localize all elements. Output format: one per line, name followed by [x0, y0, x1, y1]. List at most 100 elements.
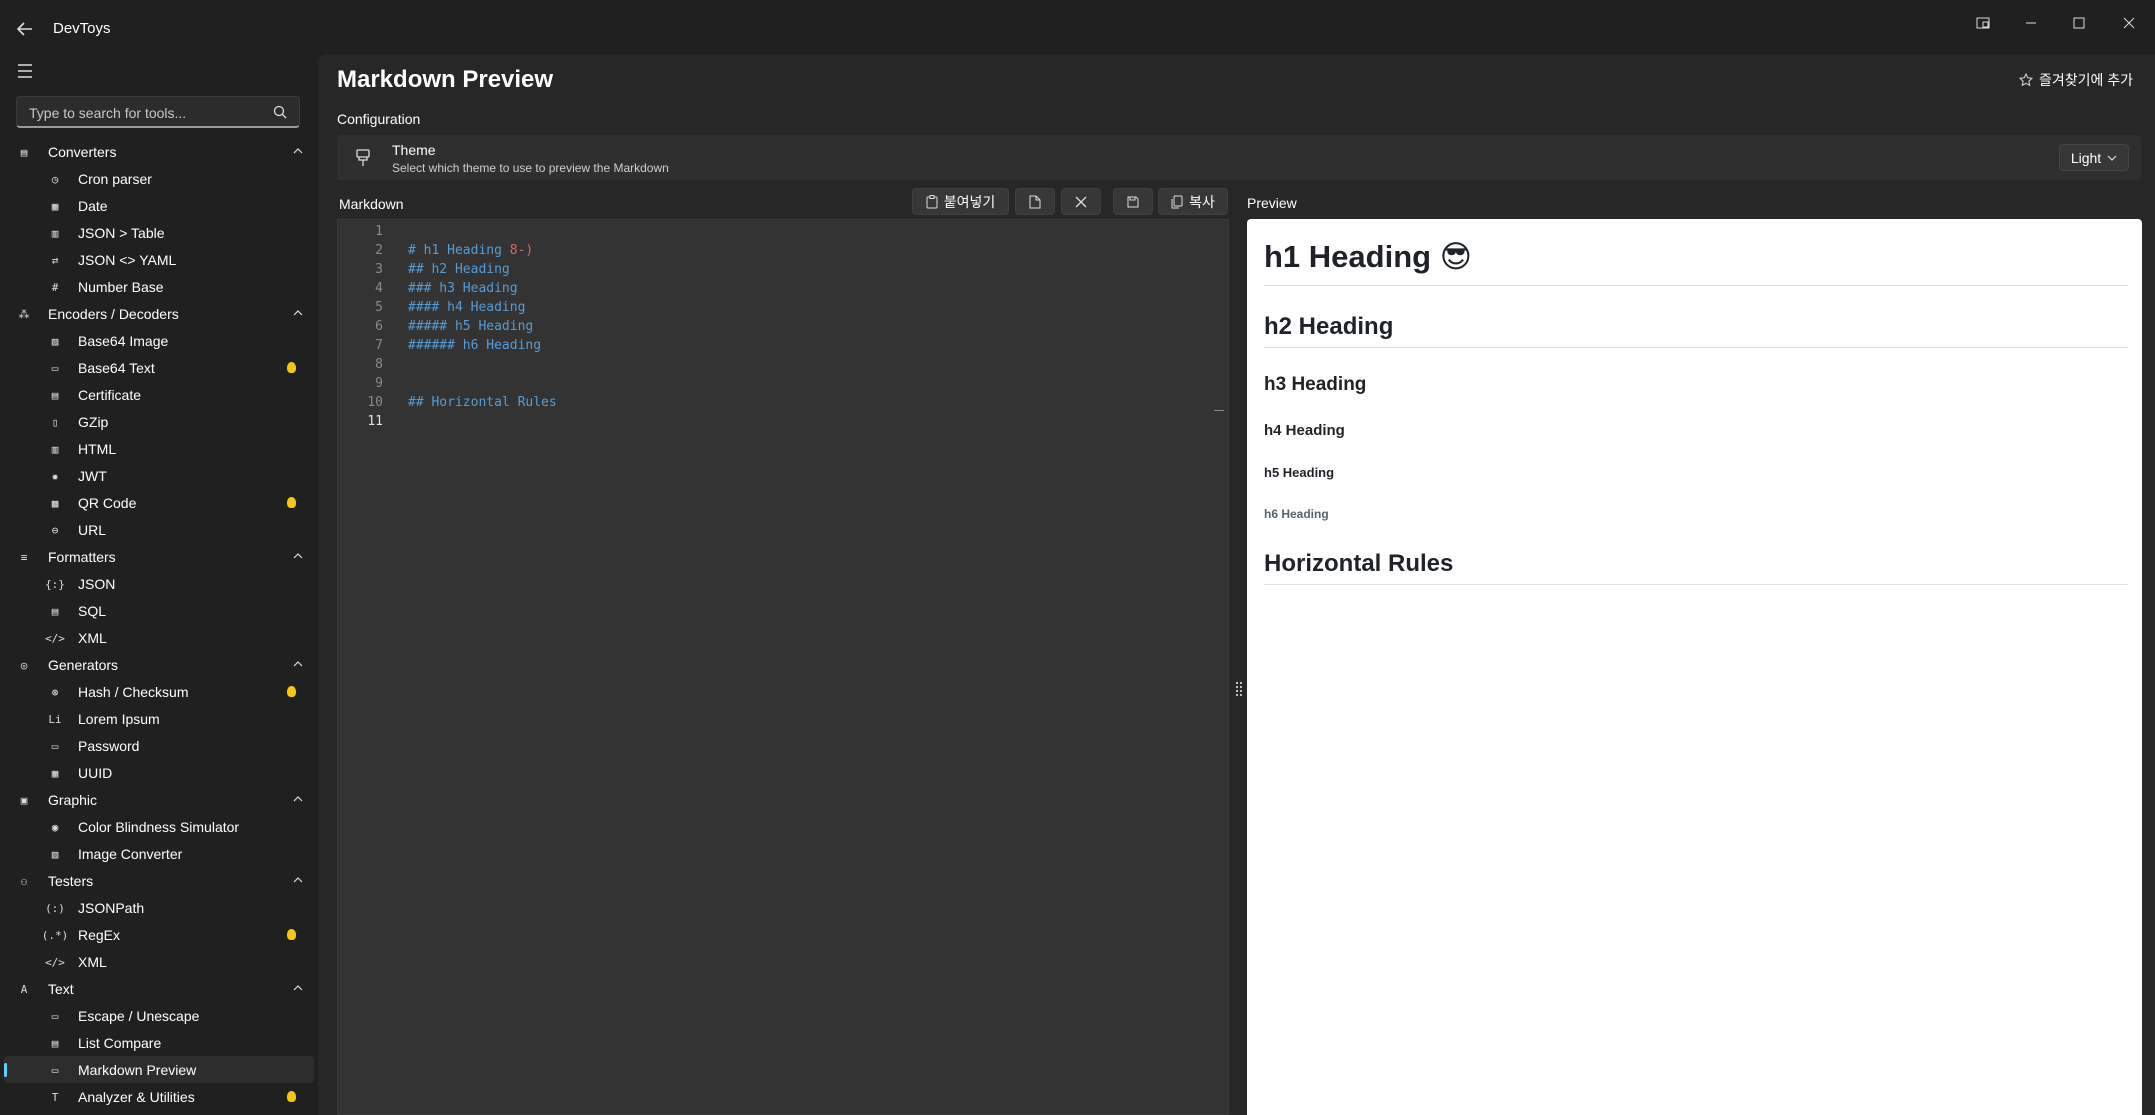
copy-label: 복사 [1189, 193, 1215, 210]
base64-text-icon: ▭ [51, 361, 59, 375]
search-box[interactable] [16, 96, 300, 128]
search-input[interactable] [27, 103, 261, 123]
save-button[interactable] [1113, 188, 1153, 215]
jwt-icon: ✹ [51, 469, 59, 483]
sidebar-group-graphic[interactable]: ▣ Graphic [0, 786, 318, 813]
sidebar-group-encoders-decoders[interactable]: ⁂ Encoders / Decoders [0, 300, 318, 327]
h1-underline [1264, 285, 2128, 286]
sidebar-item-regex[interactable]: (.*) RegEx [0, 921, 318, 948]
sidebar-item-certificate[interactable]: ▤ Certificate [0, 381, 318, 408]
formatters-icon: ≡ [20, 550, 28, 564]
chevron-up-icon[interactable] [292, 658, 304, 670]
sidebar-group-label: Formatters [48, 548, 116, 565]
theme-value: Light [2070, 149, 2102, 166]
gzip-icon: ▯ [51, 415, 59, 429]
sidebar-item-gzip[interactable]: ▯ GZip [0, 408, 318, 435]
chevron-up-icon[interactable] [292, 874, 304, 886]
chevron-up-icon[interactable] [292, 145, 304, 157]
back-arrow-icon[interactable] [14, 18, 36, 40]
graphic-icon: ▣ [20, 793, 28, 807]
list-compare-icon: ▤ [51, 1036, 59, 1050]
sidebar-item-json-yaml[interactable]: ⇄ JSON <> YAML [0, 246, 318, 273]
sidebar-item-label: Analyzer & Utilities [78, 1088, 195, 1105]
splitter-grip-icon[interactable] [1234, 680, 1244, 698]
markdown-editor[interactable]: 1 2 3 4 5 6 7 8 9 10 11 # h1 Heading 8-) ## h2 Head… [337, 219, 1229, 1115]
sidebar-item-color-blindness-simulator[interactable]: ◉ Color Blindness Simulator [0, 813, 318, 840]
code-token: # h1 Heading [408, 243, 510, 258]
sidebar-item-jsonpath[interactable]: (:) JSONPath [0, 894, 318, 921]
sidebar-group-converters[interactable]: ▤ Converters [0, 138, 318, 165]
markdown-code[interactable]: # h1 Heading 8-) ## h2 Heading ### h3 Head… [408, 222, 557, 431]
sidebar-item-label: Lorem Ipsum [78, 710, 160, 727]
lightbulb-icon [287, 686, 296, 697]
sidebar-item-escape-unescape[interactable]: ▭ Escape / Unescape [0, 1002, 318, 1029]
sidebar-item-jwt[interactable]: ✹ JWT [0, 462, 318, 489]
favorite-label: 즐겨찾기에 추가 [2038, 72, 2133, 88]
sidebar-item-label: Base64 Text [78, 359, 155, 376]
sidebar-group-formatters[interactable]: ≡ Formatters [0, 543, 318, 570]
sidebar-item-qr-code[interactable]: ▩ QR Code [0, 489, 318, 516]
sidebar-item-label: XML [78, 629, 107, 646]
sidebar-item-base64-text[interactable]: ▭ Base64 Text [0, 354, 318, 381]
sidebar-item-cron-parser[interactable]: ◷ Cron parser [0, 165, 318, 192]
close-window-icon[interactable] [2107, 12, 2151, 34]
sidebar-item-markdown-preview[interactable]: ▭ Markdown Preview [4, 1056, 314, 1083]
sidebar-item-label: JWT [78, 467, 107, 484]
sidebar-item-password[interactable]: ▭ Password [0, 732, 318, 759]
add-to-favorites-button[interactable]: 즐겨찾기에 추가 [2018, 70, 2133, 90]
sidebar-item-label: Base64 Image [78, 332, 169, 349]
qr-code-icon: ▩ [51, 496, 59, 510]
compact-overlay-icon[interactable] [1961, 12, 2005, 34]
url-icon: ⊖ [51, 523, 59, 537]
sidebar-item-json-table[interactable]: ▥ JSON > Table [0, 219, 318, 246]
chevron-up-icon[interactable] [292, 793, 304, 805]
emoticon-token: 8-) [509, 243, 534, 258]
sidebar-item-xml[interactable]: </> XML [0, 624, 318, 651]
sidebar-item-analyzer-utilities[interactable]: T Analyzer & Utilities [0, 1083, 318, 1110]
sidebar-group-testers[interactable]: ⚇ Testers [0, 867, 318, 894]
sidebar-item-label: Color Blindness Simulator [78, 818, 240, 835]
line-number: 8 [375, 357, 383, 372]
line-number: 3 [375, 262, 383, 277]
paste-button[interactable]: 붙여넣기 [912, 188, 1009, 215]
line-number: 4 [375, 281, 383, 296]
sidebar-item-label: UUID [78, 764, 113, 781]
sidebar-item-hash-checksum[interactable]: ⊛ Hash / Checksum [0, 678, 318, 705]
search-icon[interactable] [273, 105, 287, 119]
sidebar-item-json[interactable]: {:} JSON [0, 570, 318, 597]
sidebar-group-generators[interactable]: ◎ Generators [0, 651, 318, 678]
sidebar-item-html[interactable]: ▥ HTML [0, 435, 318, 462]
sidebar-item-label: XML [78, 953, 107, 970]
sidebar-item-sql[interactable]: ▤ SQL [0, 597, 318, 624]
chevron-up-icon[interactable] [292, 982, 304, 994]
escape-unescape-icon: ▭ [51, 1009, 59, 1023]
minimize-icon[interactable] [2009, 12, 2053, 34]
chevron-up-icon[interactable] [292, 307, 304, 319]
sidebar-item-image-converter[interactable]: ▨ Image Converter [0, 840, 318, 867]
theme-title: Theme [392, 142, 436, 158]
sidebar-item-base64-image[interactable]: ▨ Base64 Image [0, 327, 318, 354]
copy-button[interactable]: 복사 [1158, 188, 1228, 215]
certificate-icon: ▤ [51, 388, 59, 402]
sidebar-item-label: Cron parser [78, 170, 152, 187]
theme-dropdown[interactable]: Light [2059, 144, 2129, 171]
clear-button[interactable] [1061, 188, 1101, 215]
sidebar-item-lorem-ipsum[interactable]: Li Lorem Ipsum [0, 705, 318, 732]
configuration-heading: Configuration [337, 111, 421, 127]
chevron-up-icon[interactable] [292, 550, 304, 562]
line-number: 9 [375, 376, 383, 391]
markdown-preview-icon: ▭ [51, 1063, 59, 1077]
sidebar-item-number-base[interactable]: # Number Base [0, 273, 318, 300]
star-icon [2018, 73, 2033, 87]
hamburger-menu-icon[interactable] [16, 62, 38, 80]
sidebar-item-url[interactable]: ⊖ URL [0, 516, 318, 543]
sidebar-item-uuid[interactable]: ▦ UUID [0, 759, 318, 786]
maximize-icon[interactable] [2057, 12, 2101, 34]
line-number: 1 [375, 224, 383, 239]
sidebar-item-label: JSON > Table [78, 224, 165, 241]
sidebar-item-date[interactable]: ▦ Date [0, 192, 318, 219]
sidebar-item-xml[interactable]: </> XML [0, 948, 318, 975]
sidebar-group-text[interactable]: A Text [0, 975, 318, 1002]
sidebar-item-list-compare[interactable]: ▤ List Compare [0, 1029, 318, 1056]
open-file-button[interactable] [1015, 188, 1055, 215]
